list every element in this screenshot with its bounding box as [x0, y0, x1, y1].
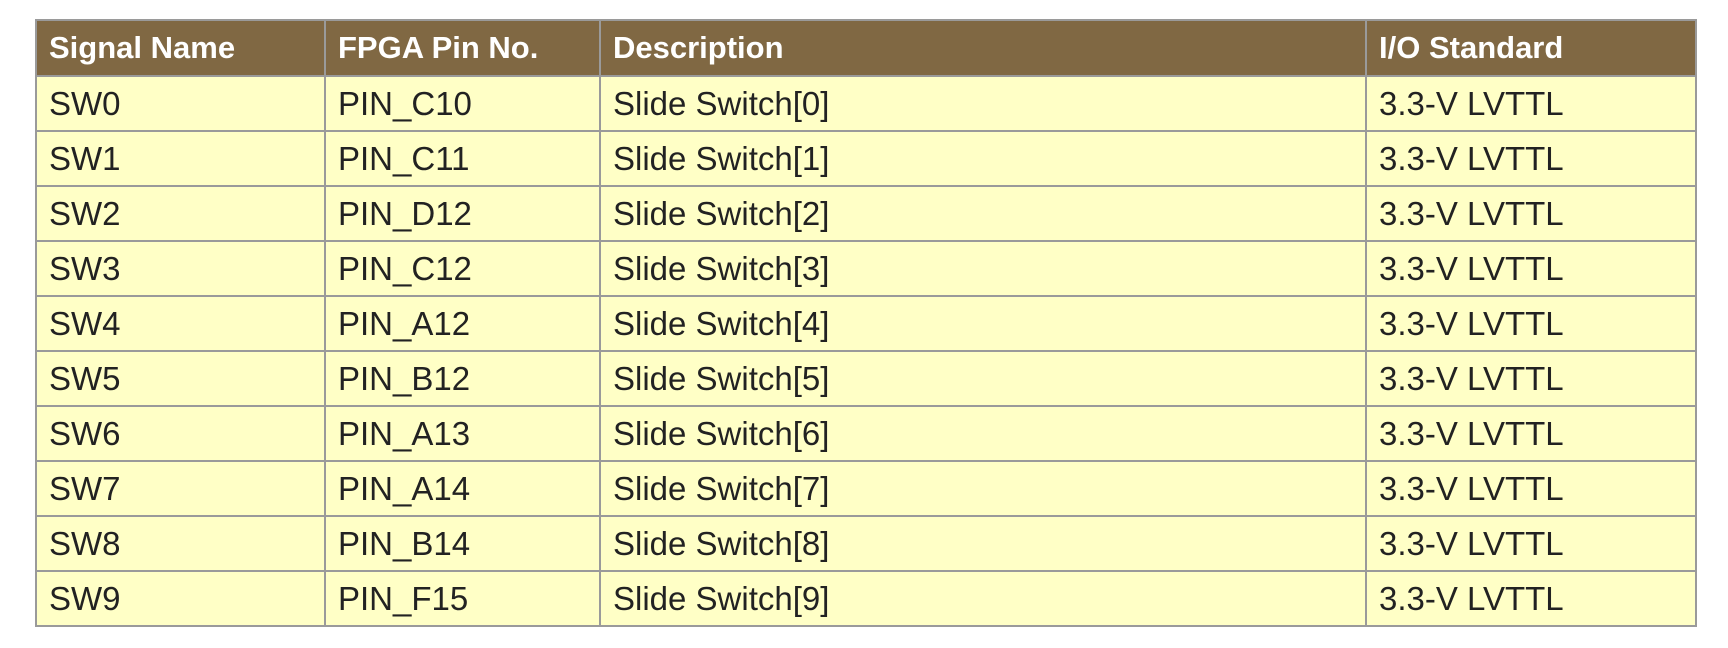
- cell-description: Slide Switch[6]: [599, 405, 1367, 462]
- cell-signal-name: SW6: [35, 405, 326, 462]
- table-row: SW6 PIN_A13 Slide Switch[6] 3.3-V LVTTL: [35, 405, 1697, 462]
- cell-signal-name: SW2: [35, 185, 326, 242]
- cell-signal-name: SW0: [35, 75, 326, 132]
- header-io-standard: I/O Standard: [1365, 19, 1697, 77]
- cell-signal-name: SW4: [35, 295, 326, 352]
- cell-signal-name: SW5: [35, 350, 326, 407]
- cell-io-standard: 3.3-V LVTTL: [1365, 515, 1697, 572]
- cell-signal-name: SW7: [35, 460, 326, 517]
- cell-fpga-pin: PIN_C11: [324, 130, 601, 187]
- cell-io-standard: 3.3-V LVTTL: [1365, 350, 1697, 407]
- table-body: SW0 PIN_C10 Slide Switch[0] 3.3-V LVTTL …: [35, 75, 1697, 627]
- table-row: SW1 PIN_C11 Slide Switch[1] 3.3-V LVTTL: [35, 130, 1697, 187]
- cell-fpga-pin: PIN_A13: [324, 405, 601, 462]
- cell-description: Slide Switch[0]: [599, 75, 1367, 132]
- table-header: Signal Name FPGA Pin No. Description I/O…: [35, 19, 1697, 77]
- table-row: SW2 PIN_D12 Slide Switch[2] 3.3-V LVTTL: [35, 185, 1697, 242]
- cell-description: Slide Switch[5]: [599, 350, 1367, 407]
- header-signal-name: Signal Name: [35, 19, 326, 77]
- cell-io-standard: 3.3-V LVTTL: [1365, 185, 1697, 242]
- cell-io-standard: 3.3-V LVTTL: [1365, 460, 1697, 517]
- cell-fpga-pin: PIN_B14: [324, 515, 601, 572]
- table-row: SW3 PIN_C12 Slide Switch[3] 3.3-V LVTTL: [35, 240, 1697, 297]
- header-fpga-pin-no: FPGA Pin No.: [324, 19, 601, 77]
- cell-io-standard: 3.3-V LVTTL: [1365, 130, 1697, 187]
- table-row: SW4 PIN_A12 Slide Switch[4] 3.3-V LVTTL: [35, 295, 1697, 352]
- cell-signal-name: SW3: [35, 240, 326, 297]
- table-row: SW0 PIN_C10 Slide Switch[0] 3.3-V LVTTL: [35, 75, 1697, 132]
- document-page: Signal Name FPGA Pin No. Description I/O…: [0, 0, 1728, 648]
- cell-io-standard: 3.3-V LVTTL: [1365, 75, 1697, 132]
- table-row: SW7 PIN_A14 Slide Switch[7] 3.3-V LVTTL: [35, 460, 1697, 517]
- header-description: Description: [599, 19, 1367, 77]
- cell-fpga-pin: PIN_F15: [324, 570, 601, 627]
- cell-io-standard: 3.3-V LVTTL: [1365, 240, 1697, 297]
- table-header-row: Signal Name FPGA Pin No. Description I/O…: [35, 19, 1697, 77]
- cell-description: Slide Switch[7]: [599, 460, 1367, 517]
- cell-description: Slide Switch[4]: [599, 295, 1367, 352]
- cell-fpga-pin: PIN_C10: [324, 75, 601, 132]
- cell-signal-name: SW9: [35, 570, 326, 627]
- cell-io-standard: 3.3-V LVTTL: [1365, 295, 1697, 352]
- cell-fpga-pin: PIN_A14: [324, 460, 601, 517]
- cell-description: Slide Switch[8]: [599, 515, 1367, 572]
- cell-io-standard: 3.3-V LVTTL: [1365, 570, 1697, 627]
- cell-fpga-pin: PIN_C12: [324, 240, 601, 297]
- cell-description: Slide Switch[1]: [599, 130, 1367, 187]
- cell-description: Slide Switch[3]: [599, 240, 1367, 297]
- cell-description: Slide Switch[9]: [599, 570, 1367, 627]
- cell-description: Slide Switch[2]: [599, 185, 1367, 242]
- table-row: SW9 PIN_F15 Slide Switch[9] 3.3-V LVTTL: [35, 570, 1697, 627]
- pin-assignment-table: Signal Name FPGA Pin No. Description I/O…: [35, 19, 1697, 627]
- cell-signal-name: SW8: [35, 515, 326, 572]
- table-row: SW8 PIN_B14 Slide Switch[8] 3.3-V LVTTL: [35, 515, 1697, 572]
- cell-io-standard: 3.3-V LVTTL: [1365, 405, 1697, 462]
- table-row: SW5 PIN_B12 Slide Switch[5] 3.3-V LVTTL: [35, 350, 1697, 407]
- cell-fpga-pin: PIN_B12: [324, 350, 601, 407]
- cell-signal-name: SW1: [35, 130, 326, 187]
- cell-fpga-pin: PIN_A12: [324, 295, 601, 352]
- cell-fpga-pin: PIN_D12: [324, 185, 601, 242]
